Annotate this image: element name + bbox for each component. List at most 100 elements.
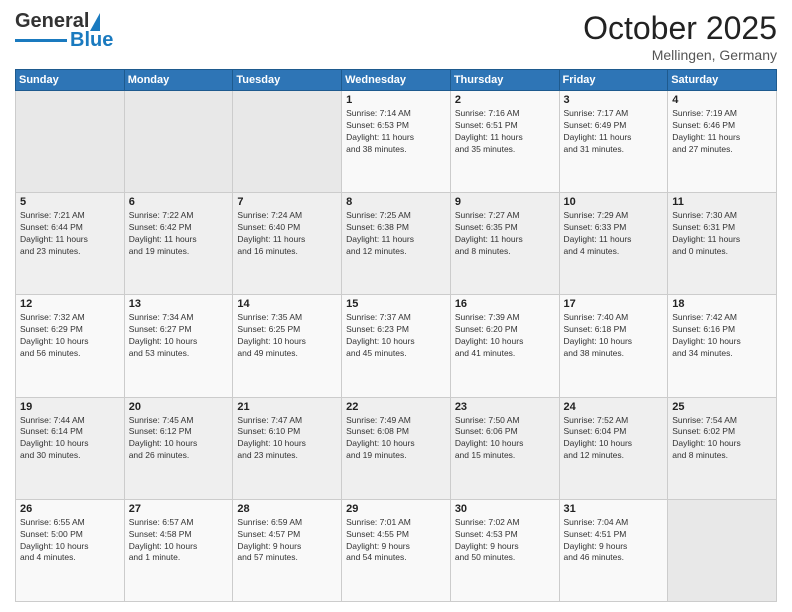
day-info: Sunrise: 7:45 AMSunset: 6:12 PMDaylight:… <box>129 415 229 463</box>
day-info: Sunrise: 7:01 AMSunset: 4:55 PMDaylight:… <box>346 517 446 565</box>
calendar-week-row-2: 12 Sunrise: 7:32 AMSunset: 6:29 PMDayligh… <box>16 295 777 397</box>
day-number: 29 <box>346 503 446 515</box>
calendar-cell: 20 Sunrise: 7:45 AMSunset: 6:12 PMDayligh… <box>124 397 233 499</box>
logo-blue: Blue <box>70 29 113 52</box>
calendar-cell: 19Sunrise: 7:44 AMSunset: 6:14 PMDayligh… <box>16 397 125 499</box>
day-number: 23 <box>455 401 555 413</box>
col-tuesday: Tuesday <box>233 70 342 91</box>
day-number: 22 <box>346 401 446 413</box>
day-info: Sunrise: 7:17 AMSunset: 6:49 PMDaylight:… <box>564 108 664 156</box>
title-block: October 2025 Mellingen, Germany <box>583 10 777 63</box>
calendar-cell: 21 Sunrise: 7:47 AMSunset: 6:10 PMDayligh… <box>233 397 342 499</box>
calendar-cell: 25 Sunrise: 7:54 AMSunset: 6:02 PMDayligh… <box>668 397 777 499</box>
day-number: 3 <box>564 94 664 106</box>
calendar-cell: 1 Sunrise: 7:14 AMSunset: 6:53 PMDaylight… <box>342 91 451 193</box>
day-info: Sunrise: 7:29 AMSunset: 6:33 PMDaylight:… <box>564 210 664 258</box>
col-saturday: Saturday <box>668 70 777 91</box>
calendar-cell: 13 Sunrise: 7:34 AMSunset: 6:27 PMDayligh… <box>124 295 233 397</box>
day-number: 25 <box>672 401 772 413</box>
day-number: 4 <box>672 94 772 106</box>
logo-underline <box>15 39 67 42</box>
calendar-cell: 6 Sunrise: 7:22 AMSunset: 6:42 PMDaylight… <box>124 193 233 295</box>
calendar-cell: 16Sunrise: 7:39 AMSunset: 6:20 PMDayligh… <box>450 295 559 397</box>
day-number: 20 <box>129 401 229 413</box>
day-number: 28 <box>237 503 337 515</box>
day-info: Sunrise: 7:54 AMSunset: 6:02 PMDaylight:… <box>672 415 772 463</box>
day-info: Sunrise: 7:02 AMSunset: 4:53 PMDaylight:… <box>455 517 555 565</box>
day-number: 21 <box>237 401 337 413</box>
calendar-cell: 2 Sunrise: 7:16 AMSunset: 6:51 PMDaylight… <box>450 91 559 193</box>
day-number: 27 <box>129 503 229 515</box>
day-number: 2 <box>455 94 555 106</box>
day-number: 13 <box>129 298 229 310</box>
day-info: Sunrise: 7:19 AMSunset: 6:46 PMDaylight:… <box>672 108 772 156</box>
day-number: 19 <box>20 401 120 413</box>
day-number: 14 <box>237 298 337 310</box>
day-number: 26 <box>20 503 120 515</box>
day-info: Sunrise: 7:04 AMSunset: 4:51 PMDaylight:… <box>564 517 664 565</box>
day-info: Sunrise: 6:59 AMSunset: 4:57 PMDaylight:… <box>237 517 337 565</box>
calendar-cell <box>233 91 342 193</box>
calendar-cell: 27 Sunrise: 6:57 AMSunset: 4:58 PMDayligh… <box>124 499 233 601</box>
day-number: 10 <box>564 196 664 208</box>
day-info: Sunrise: 6:55 AMSunset: 5:00 PMDaylight:… <box>20 517 120 565</box>
calendar-cell: 5 Sunrise: 7:21 AMSunset: 6:44 PMDaylight… <box>16 193 125 295</box>
calendar-cell: 14 Sunrise: 7:35 AMSunset: 6:25 PMDayligh… <box>233 295 342 397</box>
calendar-cell: 9Sunrise: 7:27 AMSunset: 6:35 PMDaylight… <box>450 193 559 295</box>
logo-triangle-icon <box>90 13 100 31</box>
calendar-cell: 28 Sunrise: 6:59 AMSunset: 4:57 PMDayligh… <box>233 499 342 601</box>
calendar-week-row-4: 26 Sunrise: 6:55 AMSunset: 5:00 PMDayligh… <box>16 499 777 601</box>
day-number: 17 <box>564 298 664 310</box>
day-info: Sunrise: 7:16 AMSunset: 6:51 PMDaylight:… <box>455 108 555 156</box>
calendar-cell: 12 Sunrise: 7:32 AMSunset: 6:29 PMDayligh… <box>16 295 125 397</box>
day-info: Sunrise: 7:22 AMSunset: 6:42 PMDaylight:… <box>129 210 229 258</box>
day-info: Sunrise: 7:49 AMSunset: 6:08 PMDaylight:… <box>346 415 446 463</box>
day-number: 18 <box>672 298 772 310</box>
col-wednesday: Wednesday <box>342 70 451 91</box>
day-info: Sunrise: 7:14 AMSunset: 6:53 PMDaylight:… <box>346 108 446 156</box>
day-number: 24 <box>564 401 664 413</box>
day-info: Sunrise: 7:25 AMSunset: 6:38 PMDaylight:… <box>346 210 446 258</box>
calendar-cell: 3 Sunrise: 7:17 AMSunset: 6:49 PMDaylight… <box>559 91 668 193</box>
col-thursday: Thursday <box>450 70 559 91</box>
day-info: Sunrise: 7:50 AMSunset: 6:06 PMDaylight:… <box>455 415 555 463</box>
day-info: Sunrise: 7:30 AMSunset: 6:31 PMDaylight:… <box>672 210 772 258</box>
calendar-cell: 30 Sunrise: 7:02 AMSunset: 4:53 PMDayligh… <box>450 499 559 601</box>
day-info: Sunrise: 7:35 AMSunset: 6:25 PMDaylight:… <box>237 312 337 360</box>
calendar-cell: 22 Sunrise: 7:49 AMSunset: 6:08 PMDayligh… <box>342 397 451 499</box>
calendar-week-row-0: 1 Sunrise: 7:14 AMSunset: 6:53 PMDaylight… <box>16 91 777 193</box>
day-number: 15 <box>346 298 446 310</box>
day-info: Sunrise: 7:34 AMSunset: 6:27 PMDaylight:… <box>129 312 229 360</box>
day-number: 1 <box>346 94 446 106</box>
day-number: 6 <box>129 196 229 208</box>
day-info: Sunrise: 6:57 AMSunset: 4:58 PMDaylight:… <box>129 517 229 565</box>
calendar-week-row-1: 5 Sunrise: 7:21 AMSunset: 6:44 PMDaylight… <box>16 193 777 295</box>
day-number: 8 <box>346 196 446 208</box>
day-info: Sunrise: 7:40 AMSunset: 6:18 PMDaylight:… <box>564 312 664 360</box>
day-info: Sunrise: 7:27 AMSunset: 6:35 PMDaylight:… <box>455 210 555 258</box>
header: General Blue October 2025 Mellingen, Ger… <box>15 10 777 63</box>
day-number: 11 <box>672 196 772 208</box>
calendar-cell: 15 Sunrise: 7:37 AMSunset: 6:23 PMDayligh… <box>342 295 451 397</box>
day-info: Sunrise: 7:21 AMSunset: 6:44 PMDaylight:… <box>20 210 120 258</box>
calendar-cell: 8 Sunrise: 7:25 AMSunset: 6:38 PMDaylight… <box>342 193 451 295</box>
day-number: 12 <box>20 298 120 310</box>
logo: General Blue <box>15 10 113 52</box>
calendar-table: Sunday Monday Tuesday Wednesday Thursday… <box>15 69 777 602</box>
day-number: 7 <box>237 196 337 208</box>
calendar-cell <box>16 91 125 193</box>
calendar-cell: 7Sunrise: 7:24 AMSunset: 6:40 PMDaylight… <box>233 193 342 295</box>
day-info: Sunrise: 7:32 AMSunset: 6:29 PMDaylight:… <box>20 312 120 360</box>
day-number: 30 <box>455 503 555 515</box>
day-number: 16 <box>455 298 555 310</box>
day-info: Sunrise: 7:47 AMSunset: 6:10 PMDaylight:… <box>237 415 337 463</box>
day-number: 5 <box>20 196 120 208</box>
page-title: October 2025 <box>583 10 777 47</box>
calendar-cell: 18Sunrise: 7:42 AMSunset: 6:16 PMDayligh… <box>668 295 777 397</box>
day-number: 31 <box>564 503 664 515</box>
calendar-cell: 24Sunrise: 7:52 AMSunset: 6:04 PMDayligh… <box>559 397 668 499</box>
day-info: Sunrise: 7:37 AMSunset: 6:23 PMDaylight:… <box>346 312 446 360</box>
page-subtitle: Mellingen, Germany <box>583 47 777 63</box>
calendar-cell: 4 Sunrise: 7:19 AMSunset: 6:46 PMDaylight… <box>668 91 777 193</box>
col-friday: Friday <box>559 70 668 91</box>
